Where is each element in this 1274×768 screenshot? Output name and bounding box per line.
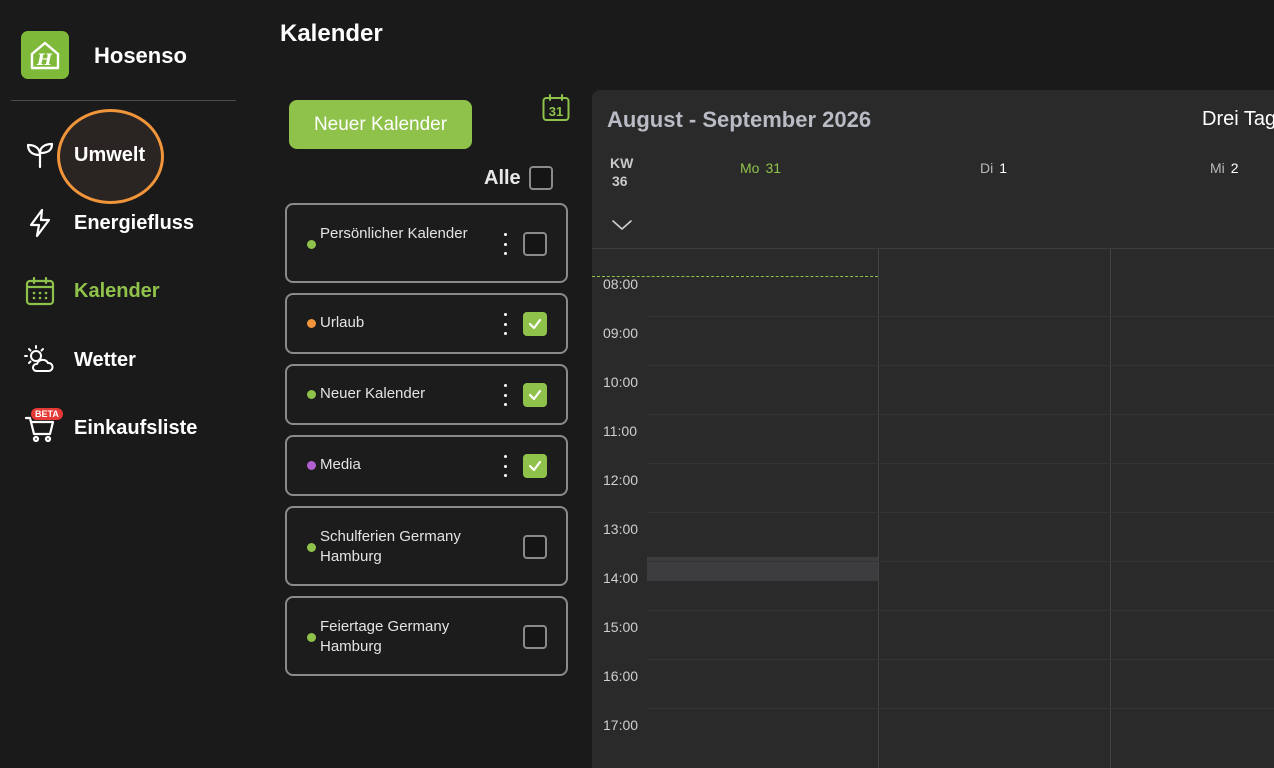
view-mode-selector[interactable]: Drei Tage	[1202, 108, 1274, 131]
hour-label: 16:00	[603, 668, 639, 684]
day-column-divider	[1110, 249, 1111, 768]
date-range-title: August - September 2026	[607, 107, 872, 132]
sidebar-item-umwelt[interactable]: Umwelt	[0, 130, 248, 180]
sidebar-item-wetter[interactable]: Wetter	[0, 335, 248, 385]
sidebar-divider	[11, 100, 236, 101]
select-all-checkbox[interactable]	[529, 166, 553, 190]
calendar-checkbox[interactable]	[523, 454, 547, 478]
day-weekday: Mi	[1210, 160, 1225, 176]
hour-line	[647, 463, 1274, 464]
calendar-grid: August - September 2026 Drei Tage KW 36 …	[592, 90, 1274, 768]
sprout-icon	[24, 139, 56, 171]
sidebar-item-label: Wetter	[74, 348, 136, 371]
today-calendar-icon[interactable]: 31	[542, 94, 570, 122]
hour-label: 13:00	[603, 521, 639, 537]
week-value: 36	[612, 173, 628, 189]
calendar-color-dot	[307, 319, 316, 328]
sidebar-item-label: Energiefluss	[74, 211, 195, 234]
checkmark-icon	[528, 460, 542, 472]
more-vertical-icon[interactable]	[495, 382, 515, 408]
calendar-name: Feiertage Germany Hamburg	[320, 618, 450, 655]
calendar-color-dot	[307, 543, 316, 552]
calendar-card[interactable]: Feiertage Germany Hamburg	[285, 596, 568, 676]
checkmark-icon	[528, 389, 542, 401]
calendar-color-dot	[307, 240, 316, 249]
calendar-name: Schulferien Germany Hamburg	[320, 528, 461, 565]
calendar-checkbox[interactable]	[523, 625, 547, 649]
hour-label: 15:00	[603, 619, 639, 635]
calendar-name: Media	[320, 456, 361, 473]
new-calendar-button[interactable]: Neuer Kalender	[289, 100, 472, 149]
sidebar-item-kalender[interactable]: Kalender	[0, 266, 248, 316]
day-number: 1	[999, 160, 1008, 176]
hour-label: 08:00	[603, 276, 639, 292]
svg-text:H: H	[36, 50, 53, 69]
hour-line	[647, 316, 1274, 317]
calendar-card[interactable]: Urlaub	[285, 293, 568, 354]
more-vertical-icon[interactable]	[495, 231, 515, 257]
hour-label: 09:00	[603, 325, 639, 341]
sidebar-item-energiefluss[interactable]: Energiefluss	[0, 198, 248, 248]
calendar-card[interactable]: Schulferien Germany Hamburg	[285, 506, 568, 586]
day-number: 31	[765, 160, 782, 176]
hour-label: 10:00	[603, 374, 639, 390]
hour-label: 14:00	[603, 570, 639, 586]
hour-label: 12:00	[603, 472, 639, 488]
time-grid[interactable]: 08:00 09:00 10:00 11:00 12:00 13:00 14:0…	[592, 249, 1274, 768]
sidebar-item-label: Umwelt	[74, 143, 146, 166]
lightning-icon	[24, 207, 56, 239]
beta-badge: BETA	[31, 408, 63, 420]
day-header[interactable]: Mi 2	[1210, 160, 1239, 176]
day-column-divider	[878, 249, 879, 768]
hour-label: 11:00	[603, 423, 637, 439]
more-vertical-icon[interactable]	[495, 311, 515, 337]
hour-line	[647, 365, 1274, 366]
calendar-card[interactable]: Neuer Kalender	[285, 364, 568, 425]
hour-line	[647, 610, 1274, 611]
calendar-checkbox[interactable]	[523, 383, 547, 407]
calendar-color-dot	[307, 461, 316, 470]
today-icon-day: 31	[549, 104, 563, 119]
calendar-checkbox[interactable]	[523, 232, 547, 256]
calendar-checkbox[interactable]	[523, 535, 547, 559]
week-number: KW 36	[610, 154, 633, 190]
week-label: KW	[610, 155, 634, 171]
calendar-name: Neuer Kalender	[320, 385, 426, 402]
sun-cloud-icon	[24, 344, 56, 376]
more-vertical-icon[interactable]	[495, 453, 515, 479]
calendar-checkbox[interactable]	[523, 312, 547, 336]
brand-name: Hosenso	[94, 43, 187, 68]
hour-line	[647, 561, 1274, 562]
chevron-down-icon[interactable]	[611, 218, 633, 232]
calendar-icon	[24, 275, 56, 307]
select-all-label: Alle	[484, 167, 521, 189]
calendar-name: Persönlicher Kalender	[320, 225, 468, 242]
hour-label: 17:00	[603, 717, 639, 733]
day-number: 2	[1230, 160, 1239, 176]
hour-line	[647, 512, 1274, 513]
day-header[interactable]: Mo 31	[740, 160, 781, 176]
hour-line	[647, 708, 1274, 709]
page-title: Kalender	[280, 20, 383, 47]
calendar-color-dot	[307, 390, 316, 399]
hour-line	[647, 659, 1274, 660]
sidebar-item-label: Einkaufsliste	[74, 416, 198, 439]
hour-line	[647, 414, 1274, 415]
calendar-name: Urlaub	[320, 314, 365, 331]
house-logo-icon: H	[21, 31, 69, 79]
sidebar: H Hosenso Umwelt Energiefluss Kalender W…	[0, 0, 248, 768]
calendar-card[interactable]: Media	[285, 435, 568, 496]
day-weekday: Mo	[740, 160, 760, 176]
calendar-card[interactable]: Persönlicher Kalender	[285, 203, 568, 283]
day-header[interactable]: Di 1	[980, 160, 1007, 176]
day-weekday: Di	[980, 160, 994, 176]
calendar-color-dot	[307, 633, 316, 642]
checkmark-icon	[528, 318, 542, 330]
sidebar-item-label: Kalender	[74, 279, 160, 302]
